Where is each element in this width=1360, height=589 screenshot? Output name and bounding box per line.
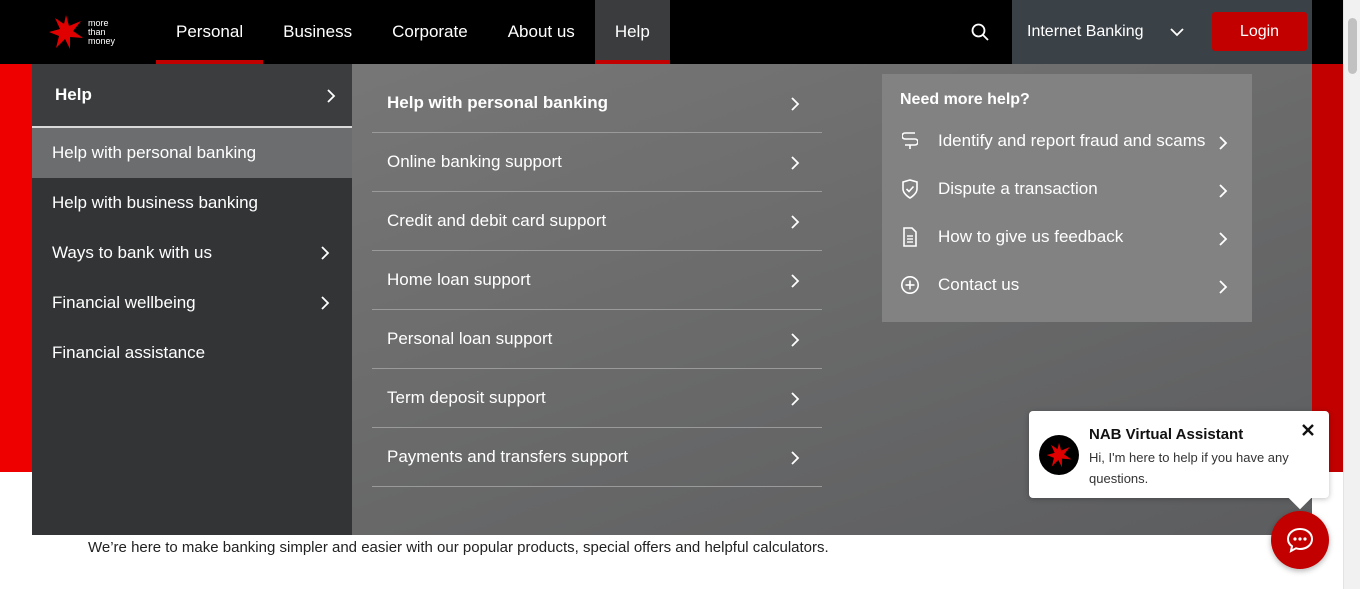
help-link-label: Contact us xyxy=(938,275,1020,294)
left-item-financial-wellbeing[interactable]: Financial wellbeing xyxy=(32,278,352,328)
mid-item-label: Online banking support xyxy=(387,152,562,171)
chevron-right-icon xyxy=(791,333,800,347)
nav-about-us[interactable]: About us xyxy=(488,0,595,64)
page-scrollbar[interactable] xyxy=(1343,0,1360,589)
nav-help[interactable]: Help xyxy=(594,0,670,64)
left-item-ways-to-bank[interactable]: Ways to bank with us xyxy=(32,228,352,278)
mid-item-label: Credit and debit card support xyxy=(387,211,607,230)
chevron-right-icon xyxy=(791,392,800,406)
nab-logo[interactable]: more than money xyxy=(48,14,115,50)
mid-item-online-banking[interactable]: Online banking support xyxy=(372,133,822,192)
chevron-down-icon xyxy=(1170,28,1184,37)
left-item-label: Help with personal banking xyxy=(52,143,257,162)
chevron-right-icon xyxy=(1219,136,1228,150)
chevron-right-icon xyxy=(791,215,800,229)
mid-item-label: Payments and transfers support xyxy=(387,447,628,466)
help-link-label: How to give us feedback xyxy=(938,227,1124,246)
mid-item-term-deposit[interactable]: Term deposit support xyxy=(372,369,822,428)
mid-item-help-personal-banking[interactable]: Help with personal banking xyxy=(372,74,822,133)
chevron-right-icon xyxy=(791,156,800,170)
logo-tagline: more than money xyxy=(88,18,116,46)
left-item-financial-assistance[interactable]: Financial assistance xyxy=(32,328,352,378)
nab-star-icon xyxy=(1046,442,1072,468)
menu-heading-label: Help xyxy=(55,85,92,104)
chevron-right-icon xyxy=(1219,280,1228,294)
document-icon xyxy=(900,227,920,247)
help-link-dispute[interactable]: Dispute a transaction xyxy=(900,173,1240,205)
assistant-title: NAB Virtual Assistant xyxy=(1089,426,1244,443)
menu-left-column: Help Help with personal banking Help wit… xyxy=(32,64,352,535)
nav-business[interactable]: Business xyxy=(263,0,372,64)
mid-item-home-loan[interactable]: Home loan support xyxy=(372,251,822,310)
chat-bubble-icon xyxy=(1286,527,1314,553)
chevron-right-icon xyxy=(1219,184,1228,198)
help-box-title: Need more help? xyxy=(900,91,1030,108)
mid-item-label: Personal loan support xyxy=(387,329,553,348)
mid-item-label: Term deposit support xyxy=(387,388,546,407)
help-link-label: Dispute a transaction xyxy=(938,179,1098,198)
nab-star-icon xyxy=(49,15,83,49)
scrollbar-thumb[interactable] xyxy=(1348,18,1357,74)
search-icon xyxy=(971,23,989,41)
left-item-label: Financial assistance xyxy=(52,343,206,362)
help-link-label: Identify and report fraud and scams xyxy=(938,131,1206,150)
menu-middle-column: Help with personal banking Online bankin… xyxy=(372,74,822,487)
menu-heading-help[interactable]: Help xyxy=(32,64,352,128)
chevron-right-icon xyxy=(321,246,330,260)
chevron-right-icon xyxy=(791,274,800,288)
chevron-right-icon xyxy=(791,97,800,111)
left-item-business-banking[interactable]: Help with business banking xyxy=(32,178,352,228)
login-button[interactable]: Login xyxy=(1212,12,1307,51)
tagline-line: money xyxy=(88,35,116,46)
chevron-right-icon xyxy=(791,451,800,465)
virtual-assistant-popup: NAB Virtual Assistant Hi, I'm here to he… xyxy=(1029,411,1329,498)
chat-button[interactable] xyxy=(1271,511,1329,569)
main-nav: Personal Business Corporate About us Hel… xyxy=(156,0,670,64)
mid-item-personal-loan[interactable]: Personal loan support xyxy=(372,310,822,369)
nav-personal[interactable]: Personal xyxy=(156,0,264,64)
mid-item-payments-transfers[interactable]: Payments and transfers support xyxy=(372,428,822,487)
close-icon[interactable] xyxy=(1299,421,1317,439)
assistant-message: Hi, I'm here to help if you have any que… xyxy=(1089,450,1289,486)
chevron-right-icon xyxy=(327,89,336,103)
assistant-avatar xyxy=(1039,435,1079,475)
internet-banking-label: Internet Banking xyxy=(1027,23,1144,40)
left-item-personal-banking[interactable]: Help with personal banking xyxy=(32,128,352,178)
mid-item-label: Home loan support xyxy=(387,270,531,289)
left-item-label: Financial wellbeing xyxy=(52,293,196,312)
help-link-fraud[interactable]: Identify and report fraud and scams xyxy=(900,125,1240,157)
internet-banking-dropdown[interactable]: Internet Banking xyxy=(1012,0,1199,64)
left-item-label: Ways to bank with us xyxy=(52,243,212,262)
help-link-feedback[interactable]: How to give us feedback xyxy=(900,221,1240,253)
plus-circle-icon xyxy=(900,275,920,295)
nav-corporate[interactable]: Corporate xyxy=(372,0,488,64)
mid-item-card-support[interactable]: Credit and debit card support xyxy=(372,192,822,251)
chevron-right-icon xyxy=(1219,232,1228,246)
help-link-contact[interactable]: Contact us xyxy=(900,269,1240,301)
need-more-help-box: Need more help? Identify and report frau… xyxy=(882,74,1252,322)
intro-text: We’re here to make banking simpler and e… xyxy=(88,539,829,556)
site-header: more than money Personal Business Corpor… xyxy=(0,0,1343,64)
left-item-label: Help with business banking xyxy=(52,193,259,212)
fraud-icon xyxy=(900,131,920,151)
mid-item-label: Help with personal banking xyxy=(387,93,609,112)
search-button[interactable] xyxy=(962,14,998,50)
shield-check-icon xyxy=(900,179,920,199)
chevron-right-icon xyxy=(321,296,330,310)
hero-banner-edge xyxy=(0,64,32,472)
